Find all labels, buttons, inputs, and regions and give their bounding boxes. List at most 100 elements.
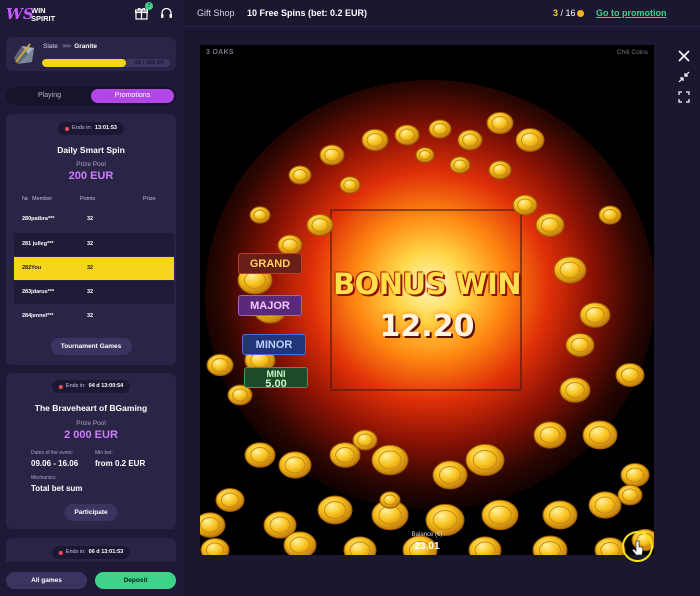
gold-coin	[465, 443, 505, 477]
cursor-highlight	[622, 531, 653, 562]
game-container: 3 OAKS Chili Coins GRAND MAJOR MINOR MIN…	[183, 27, 700, 596]
tab-promotions[interactable]: Promotions	[91, 89, 174, 103]
all-games-button[interactable]: All games	[6, 572, 87, 589]
dates-label: Dates of the event:	[31, 450, 73, 456]
promo-title: Daily Smart Spin	[57, 145, 125, 155]
min-bet-value: from 0.2 EUR	[95, 459, 146, 468]
prize-pool-label: Prize Pool	[76, 161, 106, 168]
level-next: Granite	[74, 43, 97, 50]
deposit-button[interactable]: Deposit	[95, 572, 176, 589]
leaderboard-row: 284jennel*** 32	[22, 313, 94, 319]
level-card[interactable]: Slate >>> Granite 66 / 100 XP	[6, 37, 176, 71]
gold-coin	[278, 451, 312, 479]
gold-coin	[361, 128, 389, 152]
xp-text: 66 / 100 XP	[135, 60, 164, 66]
gold-coin	[394, 124, 420, 146]
fullscreen-icon[interactable]	[678, 90, 690, 108]
gold-coin	[535, 213, 565, 237]
balance-value: 23.01	[414, 541, 440, 552]
gold-coin	[428, 119, 452, 139]
sidebar-bottom-bar: All games Deposit	[0, 562, 183, 596]
bonus-win-amount: 12.20	[379, 309, 475, 344]
free-spins-label: 10 Free Spins (bet: 0.2 EUR)	[247, 8, 368, 18]
gold-coin	[449, 156, 471, 174]
level-arrows: >>>	[61, 43, 71, 50]
go-to-promotion-link[interactable]: Go to promotion	[596, 0, 666, 27]
mechanics-label: Mechanics:	[31, 475, 57, 481]
gold-coin	[425, 503, 465, 537]
gold-coin	[249, 206, 271, 224]
gold-coin	[415, 147, 435, 163]
gold-coin	[515, 128, 545, 152]
gift-icon[interactable]: 7	[134, 2, 153, 20]
xp-progress-bar: 66 / 100 XP	[42, 59, 170, 67]
promo-card-daily-smart-spin: Ends in: 13:01:53 Daily Smart Spin Prize…	[6, 114, 176, 365]
gold-coin	[457, 129, 483, 151]
gift-shop-label[interactable]: Gift Shop	[197, 0, 235, 27]
headset-icon[interactable]	[160, 7, 173, 20]
promo-timer: Ends in: 04 d 13:00:54	[51, 380, 131, 393]
promo-card-braveheart: Ends in: 04 d 13:00:54 The Braveheart of…	[6, 373, 176, 529]
gold-coin	[542, 500, 578, 530]
promo-timer: Ends in: 06 d 13:01:53	[51, 546, 131, 559]
gold-coin	[339, 176, 361, 194]
jackpot-mini: MINI 5.00	[244, 367, 308, 390]
gold-coin	[588, 491, 622, 519]
gold-coin	[277, 234, 303, 256]
gold-coin	[617, 484, 643, 506]
gold-coin	[488, 160, 512, 180]
leaderboard-row: 280patbra*** 32	[22, 216, 94, 222]
gift-count-badge: 7	[145, 2, 153, 10]
live-dot-icon	[65, 126, 70, 131]
gold-coin	[379, 491, 401, 509]
tournament-games-button[interactable]: Tournament Games	[50, 338, 132, 355]
leaderboard-row-current-user: 282You 32	[14, 257, 174, 280]
gold-coin	[288, 165, 312, 185]
minimize-icon[interactable]	[678, 70, 690, 88]
logo-mark-icon: WS	[6, 5, 34, 23]
dates-value: 09.06 - 16.06	[31, 459, 79, 468]
prize-pool-label: Prize Pool	[76, 420, 106, 427]
gold-coin	[598, 205, 622, 225]
level-current: Slate	[43, 43, 58, 50]
leaderboard-row: 283jdarus*** 32	[14, 281, 174, 304]
close-icon[interactable]	[678, 49, 690, 67]
gold-coin	[559, 377, 591, 403]
gold-coin	[615, 363, 645, 387]
game-canvas[interactable]: 3 OAKS Chili Coins GRAND MAJOR MINOR MIN…	[200, 45, 654, 555]
gold-coin	[215, 488, 245, 512]
promo-progress: 3 / 16	[553, 0, 584, 27]
live-dot-icon	[58, 384, 63, 389]
sidebar-tabs: Playing Promotions	[6, 87, 176, 105]
live-dot-icon	[58, 550, 63, 555]
leaderboard-row: 281 julleg*** 32	[14, 233, 174, 256]
level-badge-icon	[10, 40, 38, 68]
logo-text: WIN SPIRIT	[31, 6, 56, 23]
gold-coin	[206, 353, 234, 377]
mechanics-value: Total bet sum	[31, 484, 83, 493]
gold-coin	[582, 420, 618, 450]
game-brand: Chili Coins	[616, 49, 648, 56]
gold-coin	[244, 442, 276, 468]
gold-coin	[512, 194, 538, 216]
logo[interactable]: WS WIN SPIRIT	[6, 4, 55, 26]
gold-coin	[319, 144, 345, 166]
sidebar: WS WIN SPIRIT 7 Slate >>> Granite 66 / 1…	[0, 0, 183, 596]
promo-title: The Braveheart of BGaming	[34, 403, 148, 413]
game-provider: 3 OAKS	[206, 49, 234, 56]
bonus-win-title: BONUS WIN	[332, 267, 522, 301]
gold-coin	[317, 495, 353, 525]
prize-pool-value: 200 EUR	[68, 170, 114, 182]
participate-button[interactable]: Participate	[64, 504, 118, 521]
gold-coin	[432, 460, 468, 490]
coin-icon	[576, 10, 584, 18]
gold-coin	[481, 499, 519, 531]
gold-coin	[371, 444, 409, 476]
top-bar: Gift Shop 10 Free Spins (bet: 0.2 EUR) 3…	[183, 0, 700, 27]
gold-coin	[486, 111, 514, 135]
tab-playing[interactable]: Playing	[8, 89, 91, 103]
gold-coin	[352, 429, 378, 451]
prize-pool-value: 2 000 EUR	[64, 429, 118, 441]
min-bet-label: Min bet:	[95, 450, 113, 456]
gold-coin	[533, 421, 567, 449]
